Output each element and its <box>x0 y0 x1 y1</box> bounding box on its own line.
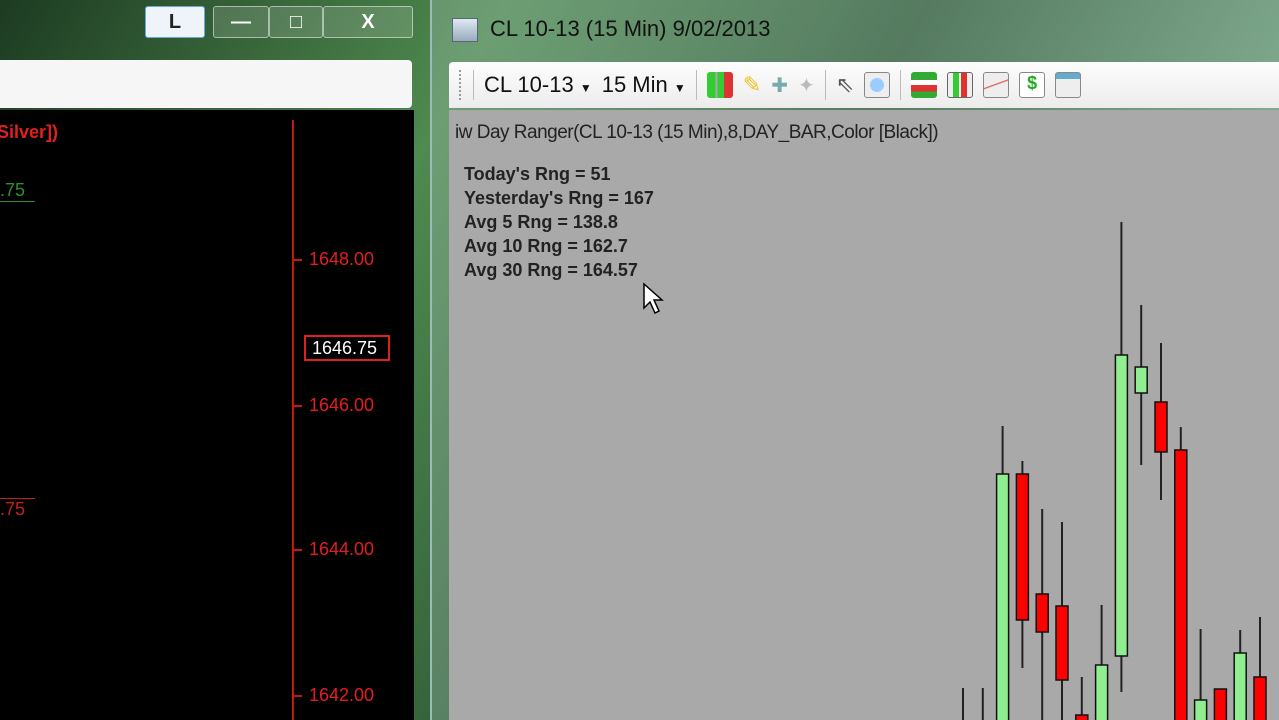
candle-up <box>1134 366 1148 394</box>
candle-up <box>1114 354 1129 657</box>
symbol-dropdown[interactable]: CL 10-13 ▼ <box>484 72 592 98</box>
mouse-cursor-icon <box>643 282 664 315</box>
close-button[interactable]: X <box>323 6 413 38</box>
axis-tick <box>294 405 302 407</box>
minimize-button[interactable]: — <box>213 6 269 38</box>
window-title: CL 10-13 (15 Min) 9/02/2013 <box>490 16 771 41</box>
candle-down <box>1075 714 1089 720</box>
candlestick-chart[interactable]: iw Day Ranger(CL 10-13 (15 Min),8,DAY_BA… <box>449 110 1279 720</box>
line-chart-icon[interactable] <box>983 72 1010 98</box>
candle-up <box>1193 699 1208 720</box>
price-label: 1644.00 <box>309 539 375 559</box>
add-pin-icon[interactable]: ✚ <box>771 73 788 98</box>
price-axis-line <box>292 120 294 720</box>
right-chart-window: CL 10-13 (15 Min) 9/02/2013 CL 10-13 ▼ 1… <box>430 0 1279 720</box>
candlestick-style-icon[interactable] <box>706 72 733 98</box>
separator <box>473 70 474 100</box>
left-price-chart[interactable]: Silver]) .75 .75 1648.00 1646.00 1644.00… <box>0 110 414 720</box>
candle-up <box>1233 652 1247 720</box>
candle-down <box>1253 676 1267 720</box>
candle-down <box>1213 688 1228 720</box>
axis-tick <box>294 695 302 697</box>
axis-tick <box>294 259 302 261</box>
pencil-draw-icon[interactable]: ✎ <box>743 72 761 98</box>
window-layout-icon[interactable] <box>1055 72 1082 98</box>
indicator-fragment: Silver]) <box>0 122 59 142</box>
axis-tick <box>294 549 302 551</box>
l-button[interactable]: L <box>145 6 205 38</box>
symbol-label: CL 10-13 <box>484 72 574 97</box>
chart-app-icon <box>452 18 478 42</box>
price-label: 1646.00 <box>309 395 375 415</box>
candle-down <box>1154 401 1168 453</box>
candles-panel-icon[interactable] <box>947 72 974 98</box>
candle-down <box>1015 473 1030 621</box>
candle-up <box>995 473 1010 720</box>
candles-layer <box>962 222 1267 720</box>
separator <box>695 70 697 100</box>
separator <box>824 70 826 100</box>
candle-down <box>1055 605 1069 681</box>
left-chart-window: L — □ X Silver]) .75 .75 1648.00 1646.00… <box>0 0 425 720</box>
current-price-marker: 1646.75 <box>304 335 390 361</box>
remove-pin-icon[interactable]: ✦ <box>798 73 815 98</box>
zoom-icon[interactable] <box>864 72 891 98</box>
chevron-down-icon: ▼ <box>579 81 592 95</box>
chevron-down-icon: ▼ <box>673 81 686 95</box>
green-level-label: .75 <box>0 180 35 202</box>
chart-toolbar: CL 10-13 ▼ 15 Min ▼ ✎ ✚ ✦ ⇖ $ <box>449 62 1279 108</box>
maximize-button[interactable]: □ <box>269 6 323 38</box>
candle-down <box>1174 449 1188 720</box>
price-label: 1642.00 <box>309 685 375 705</box>
dollar-icon[interactable]: $ <box>1019 72 1046 98</box>
interval-label: 15 Min <box>601 72 668 97</box>
toolbar-grip[interactable] <box>459 70 463 100</box>
left-toolbar <box>0 60 412 108</box>
interval-dropdown[interactable]: 15 Min ▼ <box>602 72 686 98</box>
candle-up <box>1094 664 1109 720</box>
red-level-label: .75 <box>0 498 35 520</box>
separator <box>900 70 902 100</box>
order-bars-icon[interactable] <box>911 72 938 98</box>
price-label: 1648.00 <box>309 249 375 269</box>
candle-down <box>1035 593 1049 633</box>
cursor-select-icon[interactable]: ⇖ <box>836 72 854 98</box>
